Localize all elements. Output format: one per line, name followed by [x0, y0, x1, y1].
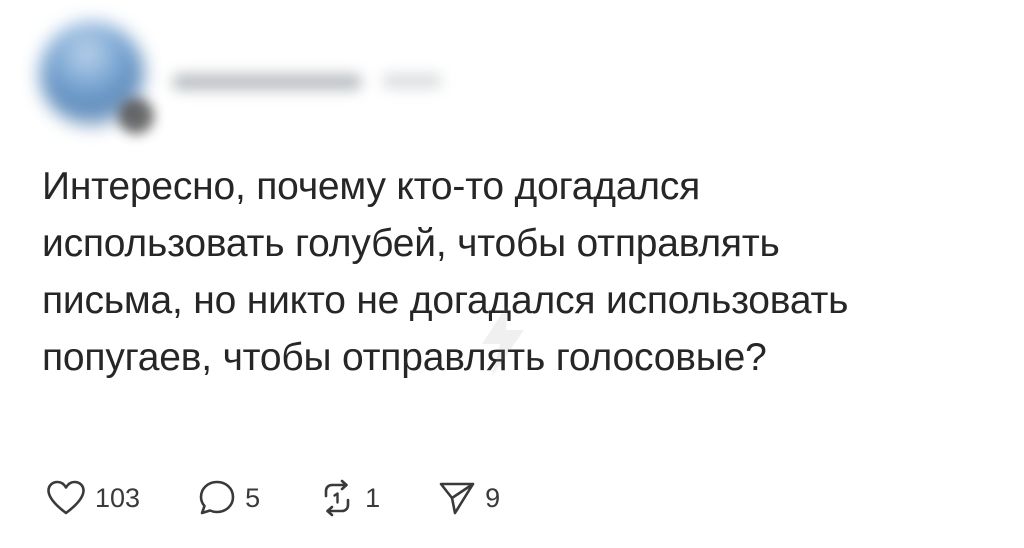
like-button[interactable]: 103 [46, 480, 140, 516]
username-blurred[interactable] [172, 74, 362, 90]
send-icon [439, 482, 475, 515]
post-card: Интересно, почему кто-то догадался испол… [0, 0, 1024, 548]
comment-icon [199, 480, 235, 515]
share-button[interactable]: 9 [438, 479, 500, 517]
reply-count: 5 [245, 482, 261, 513]
post-header [40, 22, 460, 134]
post-actions: 103 5 1 9 [46, 474, 558, 522]
like-count: 103 [95, 482, 141, 513]
avatar-badge [118, 98, 154, 134]
heart-icon [47, 480, 85, 515]
share-count: 9 [485, 482, 501, 513]
repost-icon [324, 479, 350, 517]
repost-button[interactable]: 1 [318, 479, 380, 517]
reply-button[interactable]: 5 [198, 479, 260, 517]
repost-count: 1 [365, 482, 381, 513]
timestamp-blurred [382, 74, 442, 88]
watermark-icon [482, 304, 524, 376]
